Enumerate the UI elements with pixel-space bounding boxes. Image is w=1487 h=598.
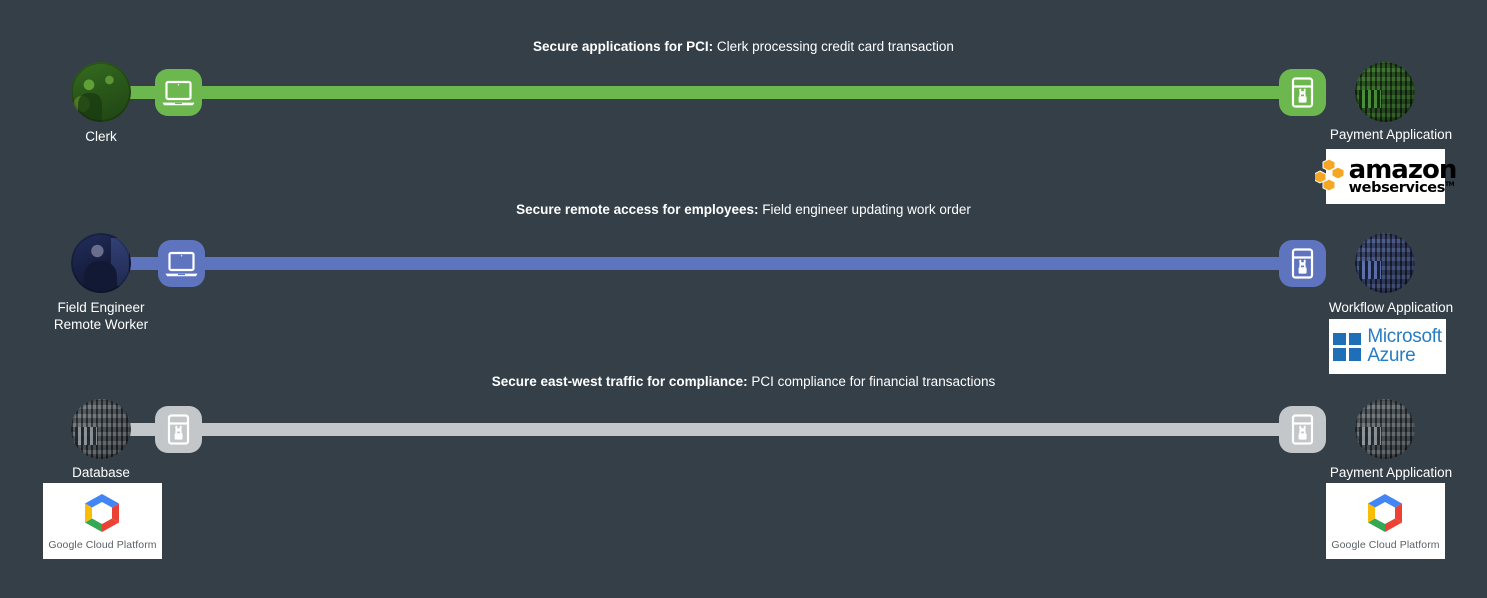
laptop-icon (165, 251, 198, 277)
aws-trademark: TM (1444, 181, 1455, 189)
node-database-secure-server[interactable] (155, 406, 202, 453)
gcp-wordmark: Google Cloud Platform (48, 538, 157, 551)
aws-cubes-icon (1314, 157, 1345, 192)
caption-clerk: Clerk (85, 129, 117, 144)
node-clerk-avatar[interactable] (71, 62, 131, 122)
secure-server-icon (1291, 77, 1314, 108)
connector-line-pci (112, 86, 1322, 99)
row-title-bold: Secure applications for PCI: (533, 39, 714, 54)
node-clerk-laptop[interactable] (155, 69, 202, 116)
gcp-hexagon-icon (1362, 492, 1408, 534)
node-workflow-app-avatar[interactable] (1355, 233, 1415, 293)
secure-server-icon (1291, 248, 1314, 279)
connector-line-remote-access (112, 257, 1322, 270)
node-field-engineer-avatar[interactable] (71, 233, 131, 293)
row-title-bold: Secure remote access for employees: (516, 202, 759, 217)
node-payment-secure-server-1[interactable] (1279, 69, 1326, 116)
secure-server-icon (1291, 414, 1314, 445)
google-cloud-platform-logo-left: Google Cloud Platform (43, 483, 162, 559)
row-title-rest: PCI compliance for financial transaction… (747, 374, 996, 389)
azure-wordmark-azure: Azure (1367, 344, 1416, 366)
avatar-ring (1355, 399, 1415, 459)
aws-wordmark-amazon: amazon (1348, 154, 1458, 185)
node-payment-app-avatar-2[interactable] (1355, 399, 1415, 459)
node-field-engineer-laptop[interactable] (158, 240, 205, 287)
microsoft-window-icon (1333, 332, 1362, 361)
avatar-ring (71, 233, 131, 293)
laptop-icon (162, 80, 195, 106)
row-title-bold: Secure east-west traffic for compliance: (491, 374, 748, 389)
azure-wordmark-microsoft: Microsoft (1367, 326, 1442, 348)
node-database-avatar[interactable] (71, 399, 131, 459)
aws-wordmark-webservices: webservices (1348, 179, 1446, 196)
node-payment-secure-server-2[interactable] (1279, 406, 1326, 453)
avatar-ring (71, 399, 131, 459)
gcp-hexagon-icon (79, 492, 125, 534)
row-title-rest: Field engineer updating work order (758, 202, 971, 217)
caption-payment-application-1: Payment Application (1329, 127, 1453, 142)
avatar-ring (71, 62, 131, 122)
gcp-wordmark: Google Cloud Platform (1331, 538, 1440, 551)
caption-workflow-application: Workflow Application (1328, 300, 1454, 315)
microsoft-azure-logo: Microsoft Azure (1329, 319, 1446, 374)
avatar-ring (1355, 233, 1415, 293)
caption-database: Database (72, 465, 130, 480)
diagram-canvas: Secure applications for PCI: Clerk proce… (0, 0, 1487, 598)
node-payment-app-avatar-1[interactable] (1355, 62, 1415, 122)
row-title-pci: Secure applications for PCI: Clerk proce… (0, 39, 1487, 55)
caption-payment-application-2: Payment Application (1329, 465, 1453, 480)
avatar-ring (1355, 62, 1415, 122)
row-title-remote-access: Secure remote access for employees: Fiel… (0, 202, 1487, 218)
caption-line-1: Field Engineer (57, 300, 145, 315)
connector-line-east-west (112, 423, 1322, 436)
node-workflow-secure-server[interactable] (1279, 240, 1326, 287)
google-cloud-platform-logo-right: Google Cloud Platform (1326, 483, 1445, 559)
secure-server-icon (167, 414, 190, 445)
row-title-east-west: Secure east-west traffic for compliance:… (0, 374, 1487, 390)
caption-field-engineer: Field Engineer Remote Worker (20, 299, 182, 333)
caption-line-2: Remote Worker (53, 317, 149, 332)
amazon-web-services-logo: amazon webservicesTM (1314, 149, 1457, 204)
row-title-rest: Clerk processing credit card transaction (713, 39, 954, 54)
